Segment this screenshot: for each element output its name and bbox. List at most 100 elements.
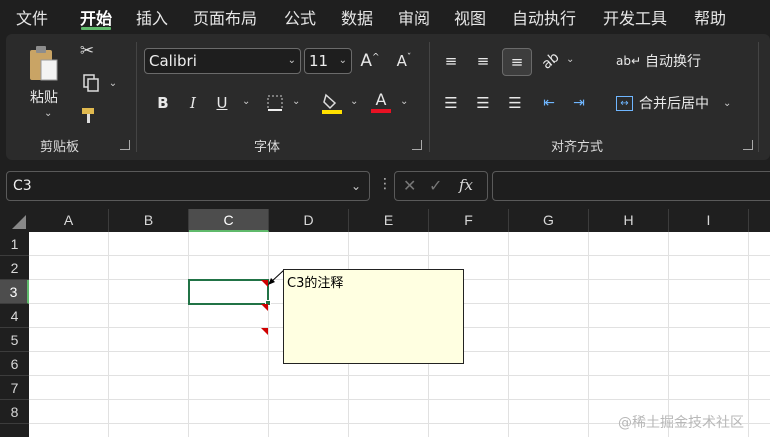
font-name-select[interactable]: Calibri ⌄	[144, 48, 301, 74]
name-box[interactable]: C3 ⌄	[6, 171, 370, 201]
align-middle-icon: ≡	[476, 52, 490, 70]
comment-indicator-icon[interactable]	[261, 304, 268, 311]
formula-controls: ✕ ✓ fx	[394, 171, 488, 201]
align-left-icon: ☰	[444, 94, 458, 112]
column-header-c[interactable]: C	[189, 209, 269, 232]
borders-button[interactable]	[264, 92, 286, 114]
column-header-b[interactable]: B	[109, 209, 189, 232]
cut-button[interactable]: ✂	[76, 40, 98, 62]
column-header-d[interactable]: D	[269, 209, 349, 232]
spreadsheet-grid[interactable]: A B C D E F G H I 1 2 3 4 5 6 7 8 C3的注释	[0, 209, 770, 437]
row-header-partial[interactable]	[0, 424, 29, 437]
increase-indent-button[interactable]: ⇥	[568, 92, 590, 114]
wrap-text-button[interactable]: ab↵ 自动换行	[616, 50, 716, 72]
copy-dropdown-icon: ⌄	[108, 77, 118, 89]
outdent-icon: ⇤	[543, 95, 555, 111]
chevron-down-icon: ⌄	[287, 55, 296, 66]
column-header-f[interactable]: F	[429, 209, 509, 232]
decrease-indent-button[interactable]: ⇤	[538, 92, 560, 114]
scissors-icon: ✂	[79, 41, 95, 61]
bold-button[interactable]: B	[152, 92, 174, 114]
tab-automate[interactable]: 自动执行	[512, 5, 576, 29]
row-header-7[interactable]: 7	[0, 376, 29, 400]
align-right-button[interactable]: ☰	[504, 92, 526, 114]
column-header-a[interactable]: A	[29, 209, 109, 232]
column-header-e[interactable]: E	[349, 209, 429, 232]
fill-color-button[interactable]	[320, 90, 344, 116]
comment-indicator-icon[interactable]	[261, 328, 268, 335]
active-cell-c3[interactable]	[188, 279, 269, 305]
group-divider	[429, 42, 430, 152]
group-divider	[136, 42, 137, 152]
borders-icon	[267, 95, 283, 111]
select-all-icon	[12, 215, 26, 229]
gridline	[748, 232, 749, 437]
insert-function-button[interactable]: fx	[459, 176, 473, 194]
more-options-icon[interactable]: ⋮	[378, 176, 392, 192]
column-header-partial[interactable]	[749, 209, 770, 232]
fill-color-dropdown-icon[interactable]: ⌄	[350, 96, 358, 107]
orientation-button[interactable]: ab	[539, 49, 563, 72]
row-header-3[interactable]: 3	[0, 280, 29, 304]
tab-view[interactable]: 视图	[454, 5, 486, 29]
enter-check-icon[interactable]: ✓	[429, 176, 442, 195]
copy-button[interactable]: ⌄	[76, 72, 122, 94]
align-left-button[interactable]: ☰	[440, 92, 462, 114]
ribbon: 粘贴 ⌄ ✂ ⌄ 剪贴板 Calibri ⌄ 11 ⌄ A^ Aˇ B I U …	[6, 34, 770, 160]
column-header-h[interactable]: H	[589, 209, 669, 232]
font-color-icon: A	[375, 90, 387, 109]
font-group-label: 字体	[254, 140, 281, 155]
alignment-launcher-icon[interactable]	[743, 140, 753, 150]
column-header-i[interactable]: I	[669, 209, 749, 232]
gridline	[29, 255, 770, 256]
tab-insert[interactable]: 插入	[136, 5, 168, 29]
font-size-value: 11	[309, 52, 329, 70]
chevron-down-icon: ⌄	[338, 55, 347, 66]
tab-help[interactable]: 帮助	[694, 5, 726, 29]
merge-center-button[interactable]: ↔ 合并后居中 ⌄	[616, 92, 746, 114]
font-launcher-icon[interactable]	[412, 140, 422, 150]
row-header-8[interactable]: 8	[0, 400, 29, 424]
row-header-2[interactable]: 2	[0, 256, 29, 280]
paste-button[interactable]	[26, 44, 62, 84]
cancel-icon[interactable]: ✕	[403, 176, 416, 195]
tab-file[interactable]: 文件	[16, 5, 48, 29]
menu-bar: 文件 开始 插入 页面布局 公式 数据 审阅 视图 自动执行 开发工具 帮助	[0, 0, 770, 32]
format-painter-button[interactable]	[78, 104, 100, 126]
row-header-6[interactable]: 6	[0, 352, 29, 376]
decrease-font-size-button[interactable]: Aˇ	[392, 50, 416, 72]
underline-button[interactable]: U	[211, 92, 233, 114]
tab-page-layout[interactable]: 页面布局	[193, 5, 257, 29]
align-middle-button[interactable]: ≡	[472, 50, 494, 72]
tab-data[interactable]: 数据	[341, 5, 373, 29]
formula-input[interactable]	[492, 171, 770, 201]
font-color-dropdown-icon[interactable]: ⌄	[400, 96, 408, 107]
tab-home[interactable]: 开始	[80, 5, 112, 29]
increase-font-size-button[interactable]: A^	[358, 50, 382, 72]
row-header-1[interactable]: 1	[0, 232, 29, 256]
merge-center-label: 合并后居中	[639, 96, 709, 112]
row-header-4[interactable]: 4	[0, 304, 29, 328]
tab-developer[interactable]: 开发工具	[603, 5, 667, 29]
cell-comment-box[interactable]: C3的注释	[283, 269, 464, 364]
align-bottom-button[interactable]: ≡	[502, 48, 532, 76]
row-header-5[interactable]: 5	[0, 328, 29, 352]
align-center-button[interactable]: ☰	[472, 92, 494, 114]
tab-formulas[interactable]: 公式	[284, 5, 316, 29]
underline-dropdown-icon[interactable]: ⌄	[242, 96, 250, 107]
paste-dropdown-icon[interactable]: ⌄	[44, 108, 52, 119]
gridline	[668, 232, 669, 437]
italic-button[interactable]: I	[182, 92, 204, 114]
comment-text: C3的注释	[287, 276, 344, 291]
orientation-dropdown-icon[interactable]: ⌄	[566, 54, 574, 65]
font-size-select[interactable]: 11 ⌄	[304, 48, 352, 74]
borders-dropdown-icon[interactable]: ⌄	[292, 96, 300, 107]
wrap-text-label: 自动换行	[645, 54, 702, 70]
align-top-button[interactable]: ≡	[440, 50, 462, 72]
clipboard-launcher-icon[interactable]	[120, 140, 130, 150]
gridline	[108, 232, 109, 437]
tab-review[interactable]: 审阅	[398, 5, 430, 29]
column-header-g[interactable]: G	[509, 209, 589, 232]
font-color-button[interactable]: A	[370, 88, 392, 116]
select-all-corner[interactable]	[0, 209, 29, 232]
